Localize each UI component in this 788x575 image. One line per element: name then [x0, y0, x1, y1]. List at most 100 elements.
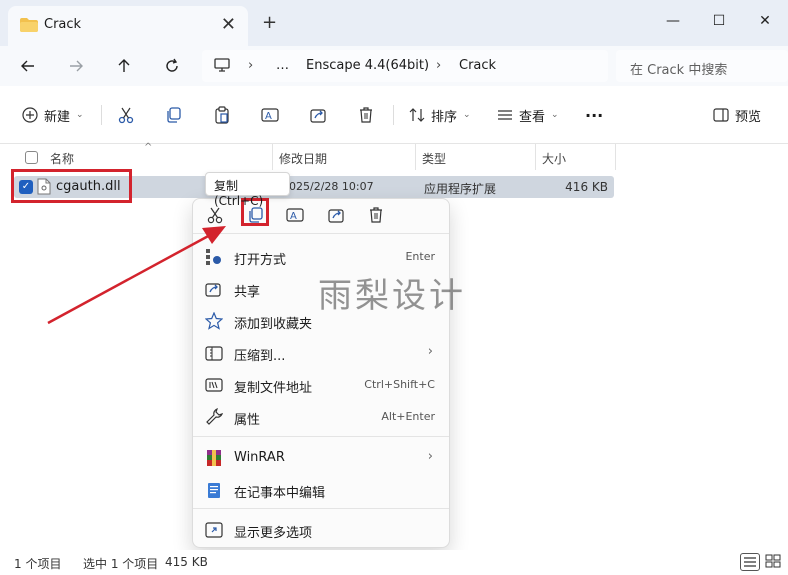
menu-item-shortcut: Enter	[405, 250, 435, 263]
column-size[interactable]: 大小	[542, 150, 566, 167]
details-view-icon	[744, 557, 756, 567]
menu-item-label: 添加到收藏夹	[234, 317, 313, 332]
tab-crack[interactable]: Crack ✕	[8, 6, 248, 46]
sort-caret-icon: ^	[144, 142, 153, 153]
sort-label: 排序	[431, 109, 458, 125]
plus-circle-icon	[22, 107, 38, 123]
open-with-icon	[206, 249, 221, 265]
navigation-bar: › … Enscape 4.4(64bit) › Crack 在 Crack 中…	[0, 46, 788, 86]
tab-close-icon[interactable]: ✕	[221, 14, 236, 35]
cut-button[interactable]	[117, 105, 135, 125]
rename-icon[interactable]: A	[285, 205, 305, 225]
copy-path-icon	[205, 378, 223, 392]
share-icon[interactable]	[326, 205, 346, 225]
share-icon	[310, 109, 326, 123]
toolbar-divider	[393, 105, 394, 125]
delete-button[interactable]	[357, 105, 375, 125]
back-arrow-icon[interactable]	[16, 54, 40, 78]
column-divider[interactable]	[415, 144, 416, 170]
column-divider[interactable]	[535, 144, 536, 170]
menu-item-winrar[interactable]: WinRAR ›	[193, 442, 449, 472]
select-all-checkbox[interactable]	[25, 151, 38, 164]
share-button[interactable]	[309, 105, 327, 125]
new-button[interactable]: 新建 ⌄	[22, 105, 84, 125]
column-divider[interactable]	[272, 144, 273, 170]
up-arrow-icon[interactable]	[112, 54, 136, 78]
column-name[interactable]: 名称	[50, 150, 74, 167]
menu-divider	[193, 233, 449, 234]
submenu-arrow-icon: ›	[427, 449, 433, 464]
search-input[interactable]: 在 Crack 中搜索	[616, 50, 788, 82]
close-button[interactable]: ✕	[742, 6, 788, 36]
menu-item-copy-path[interactable]: 复制文件地址 Ctrl+Shift+C	[193, 369, 449, 399]
breadcrumb-crack[interactable]: Crack	[459, 58, 496, 73]
preview-button[interactable]: 预览	[713, 105, 761, 125]
menu-item-label: WinRAR	[234, 450, 285, 465]
menu-divider	[193, 508, 449, 509]
svg-text:A: A	[290, 211, 297, 222]
copy-icon	[167, 107, 181, 123]
sort-icon	[409, 108, 425, 122]
menu-divider	[193, 436, 449, 437]
chevron-down-icon: ⌄	[76, 110, 84, 120]
breadcrumb-enscape[interactable]: Enscape 4.4(64bit)	[306, 58, 429, 73]
delete-icon[interactable]	[366, 205, 386, 225]
chevron-down-icon: ⌄	[463, 110, 471, 120]
breadcrumb-separator: ›	[436, 58, 442, 73]
refresh-icon[interactable]	[160, 54, 184, 78]
column-modified[interactable]: 修改日期	[279, 150, 327, 167]
folder-icon	[20, 18, 38, 32]
svg-text:A: A	[265, 111, 272, 122]
menu-item-shortcut: Alt+Enter	[381, 410, 435, 423]
maximize-button[interactable]: ☐	[696, 6, 742, 36]
item-count: 1 个项目	[14, 557, 62, 571]
rename-icon: A	[261, 108, 279, 122]
watermark: 雨梨设计	[318, 276, 466, 316]
menu-item-open-with[interactable]: 打开方式 Enter	[193, 241, 449, 271]
status-bar: 1 个项目 选中 1 个项目 415 KB	[0, 550, 788, 575]
column-type[interactable]: 类型	[422, 150, 446, 167]
copy-tooltip: 复制 (Ctrl+C)	[205, 172, 290, 208]
selected-size: 415 KB	[165, 555, 208, 569]
menu-item-label: 在记事本中编辑	[234, 486, 326, 501]
menu-item-label: 显示更多选项	[234, 526, 313, 541]
sort-button[interactable]: 排序 ⌄	[409, 105, 471, 125]
paste-button[interactable]	[213, 105, 231, 125]
more-button[interactable]: ···	[585, 105, 603, 125]
search-placeholder: 在 Crack 中搜索	[630, 63, 728, 78]
rename-button[interactable]: A	[261, 105, 279, 125]
address-bar[interactable]: › … Enscape 4.4(64bit) › Crack	[202, 50, 608, 82]
cut-icon	[118, 107, 134, 124]
minimize-button[interactable]: —	[650, 6, 696, 36]
menu-item-edit-notepad[interactable]: 在记事本中编辑	[193, 474, 449, 504]
breadcrumb-ellipsis[interactable]: …	[276, 58, 289, 73]
tiles-view-icon	[765, 554, 781, 568]
menu-item-properties[interactable]: 属性 Alt+Enter	[193, 401, 449, 431]
context-menu: A 打开方式 Enter 共享 添加到收藏夹 压缩到... › 复制文件地址 C…	[192, 198, 450, 548]
preview-pane-icon	[713, 108, 729, 122]
menu-item-label: 属性	[234, 413, 261, 428]
new-tab-icon[interactable]: +	[262, 12, 277, 33]
details-view-button[interactable]	[740, 553, 760, 571]
file-type: 应用程序扩展	[424, 182, 497, 196]
tiles-view-button[interactable]	[764, 553, 784, 571]
computer-icon	[214, 58, 230, 72]
column-header: ^ 名称 修改日期 类型 大小	[0, 142, 788, 170]
selected-count: 选中 1 个项目	[83, 557, 159, 571]
submenu-arrow-icon: ›	[427, 344, 433, 359]
file-date: 2025/2/28 10:07	[282, 180, 374, 193]
more-options-icon	[205, 522, 223, 538]
view-button[interactable]: 查看 ⌄	[497, 105, 559, 125]
winrar-icon	[207, 450, 221, 466]
menu-item-show-more[interactable]: 显示更多选项	[193, 514, 449, 544]
menu-item-compress[interactable]: 压缩到... ›	[193, 337, 449, 367]
paste-icon	[215, 106, 229, 124]
copy-button[interactable]	[165, 105, 183, 125]
forward-arrow-icon[interactable]	[64, 54, 88, 78]
toolbar-divider	[101, 105, 102, 125]
preview-label: 预览	[735, 109, 762, 125]
cut-icon[interactable]	[205, 205, 225, 225]
view-label: 查看	[519, 109, 546, 125]
command-bar: 新建 ⌄ A 排序 ⌄ 查看 ⌄ ··· 预览	[0, 86, 788, 144]
column-divider[interactable]	[615, 144, 616, 170]
